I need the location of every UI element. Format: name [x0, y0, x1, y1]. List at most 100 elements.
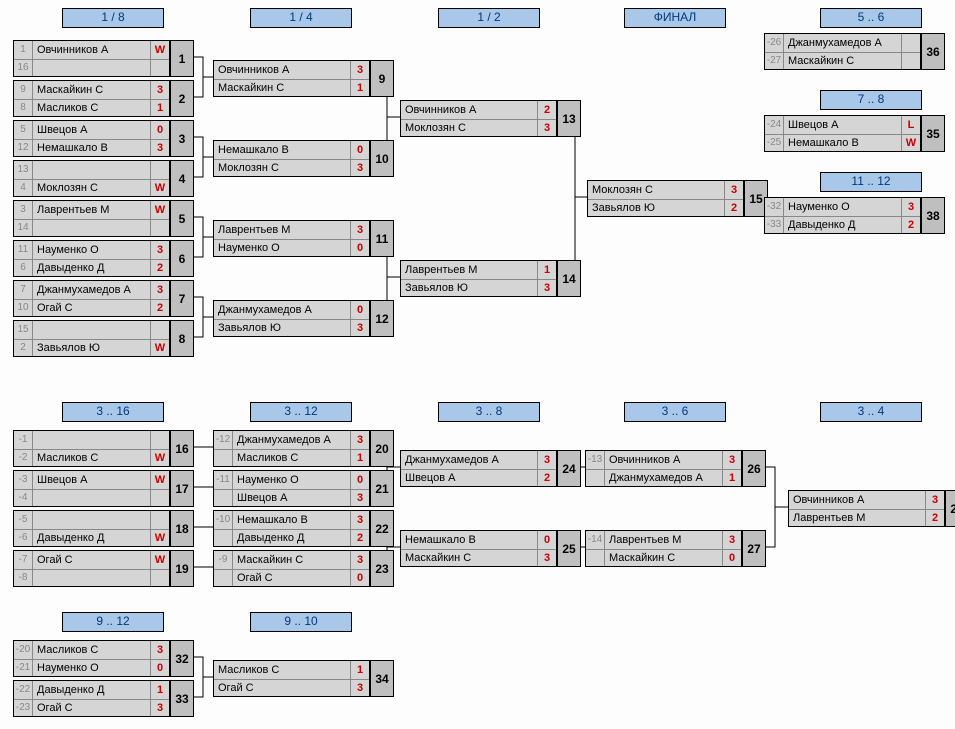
round-header: ФИНАЛ [624, 8, 726, 28]
round-header: 1 / 8 [62, 8, 164, 28]
match-35: -24Швецов АL-25Немашкало ВW [764, 115, 921, 152]
match-number: 3 [170, 120, 194, 157]
round-header: 1 / 4 [250, 8, 352, 28]
score [150, 570, 169, 587]
match-34: Масликов С1Огай С3 [213, 660, 370, 697]
match-27: -14Лаврентьев М3Маскайкин С0 [585, 530, 742, 567]
match-25: Немашкало В0Маскайкин С3 [400, 530, 557, 567]
match-18: -5-6Давыденко ДW [13, 510, 170, 547]
score: 3 [925, 491, 944, 509]
match-2: 9Маскайкин С38Масликов С1 [13, 80, 170, 117]
match-number: 35 [921, 115, 945, 152]
seed: -8 [14, 570, 33, 587]
score: 0 [350, 141, 369, 159]
round-header: 1 / 2 [438, 8, 540, 28]
player-name: Науменко О [784, 201, 901, 213]
seed [586, 470, 605, 487]
player-name: Джанмухамедов А [784, 37, 901, 49]
seed: 6 [14, 260, 33, 277]
score: 3 [350, 680, 369, 697]
match-23: -9Маскайкин С3Огай С0 [213, 550, 370, 587]
score: W [150, 41, 169, 59]
seed: -1 [14, 431, 33, 449]
seed: -25 [765, 135, 784, 152]
player-name: Огай С [33, 554, 150, 566]
player-name: Джанмухамедов А [233, 434, 350, 446]
seed: -27 [765, 53, 784, 70]
match-11: Лаврентьев М3Науменко О0 [213, 220, 370, 257]
round-header: 9 .. 10 [250, 612, 352, 632]
match-number: 33 [170, 680, 194, 717]
score: 3 [350, 160, 369, 177]
score: 3 [350, 61, 369, 79]
player-name: Завьялов Ю [401, 282, 537, 294]
seed: -33 [765, 217, 784, 234]
match-24: Джанмухамедов А3Швецов А2 [400, 450, 557, 487]
seed: 5 [14, 121, 33, 139]
player-name: Овчинников А [605, 454, 722, 466]
score: 3 [150, 81, 169, 99]
round-header: 3 .. 12 [250, 402, 352, 422]
player-name: Завьялов Ю [33, 342, 150, 354]
player-name: Овчинников А [214, 64, 350, 76]
player-name: Моклозян С [214, 162, 350, 174]
match-13: Овчинников А2Моклозян С3 [400, 100, 557, 137]
score: 3 [350, 551, 369, 569]
player-name: Завьялов Ю [214, 322, 350, 334]
score: 2 [537, 101, 556, 119]
match-10: Немашкало В0Моклозян С3 [213, 140, 370, 177]
match-number: 16 [170, 430, 194, 467]
match-7: 7Джанмухамедов А310Огай С2 [13, 280, 170, 317]
score: 3 [722, 531, 741, 549]
score: W [150, 180, 169, 197]
match-number: 10 [370, 140, 394, 177]
player-name: Швецов А [784, 119, 901, 131]
score: 2 [724, 200, 743, 217]
seed: -14 [586, 531, 605, 549]
player-name: Немашкало В [214, 144, 350, 156]
score [150, 431, 169, 449]
player-name: Огай С [233, 572, 350, 584]
player-name: Давыденко Д [33, 262, 150, 274]
score: 1 [150, 100, 169, 117]
match-number: 27 [742, 530, 766, 567]
seed: 12 [14, 140, 33, 157]
seed: 13 [14, 161, 33, 179]
player-name: Джанмухамедов А [33, 284, 150, 296]
match-12: Джанмухамедов А0Завьялов Ю3 [213, 300, 370, 337]
score: 0 [350, 240, 369, 257]
round-header: 3 .. 8 [438, 402, 540, 422]
player-name: Моклозян С [401, 122, 537, 134]
player-name: Маскайкин С [605, 552, 722, 564]
match-21: -11Науменко О0Швецов А3 [213, 470, 370, 507]
match-number: 22 [370, 510, 394, 547]
player-name: Овчинников А [33, 44, 150, 56]
match-32: -20Масликов С3-21Науменко О0 [13, 640, 170, 677]
player-name: Масликов С [214, 664, 350, 676]
score: 3 [537, 550, 556, 567]
match-8: 152Завьялов ЮW [13, 320, 170, 357]
score [150, 161, 169, 179]
player-name: Лаврентьев М [401, 264, 537, 276]
player-name: Швецов А [33, 474, 150, 486]
score: 2 [925, 510, 944, 527]
score [150, 321, 169, 339]
player-name: Джанмухамедов А [401, 454, 537, 466]
match-14: Лаврентьев М1Завьялов Ю3 [400, 260, 557, 297]
player-name: Моклозян С [33, 182, 150, 194]
seed: 1 [14, 41, 33, 59]
player-name: Джанмухамедов А [214, 304, 350, 316]
score: 0 [150, 121, 169, 139]
score: W [901, 135, 920, 152]
score: 3 [350, 221, 369, 239]
score: 0 [350, 570, 369, 587]
match-number: 8 [170, 320, 194, 357]
player-name: Масликов С [33, 644, 150, 656]
match-number: 23 [370, 550, 394, 587]
seed: 4 [14, 180, 33, 197]
match-number: 28 [945, 490, 955, 527]
score: 1 [350, 661, 369, 679]
seed: -21 [14, 660, 33, 677]
match-4: 134Моклозян СW [13, 160, 170, 197]
seed: -24 [765, 116, 784, 134]
